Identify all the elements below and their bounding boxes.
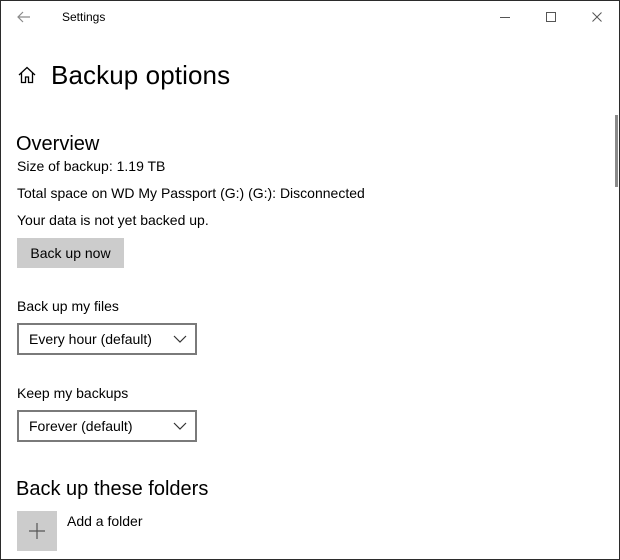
add-folder-button[interactable] bbox=[17, 511, 57, 551]
frequency-dropdown[interactable]: Every hour (default) bbox=[17, 323, 197, 355]
add-folder-label[interactable]: Add a folder bbox=[67, 513, 143, 529]
retention-label: Keep my backups bbox=[17, 385, 129, 401]
frequency-selected-value: Every hour (default) bbox=[29, 331, 152, 347]
minimize-button[interactable] bbox=[482, 1, 528, 33]
close-button[interactable] bbox=[574, 1, 619, 33]
back-button[interactable] bbox=[9, 5, 39, 29]
chevron-down-icon bbox=[173, 335, 187, 343]
page-title: Backup options bbox=[51, 59, 231, 90]
maximize-button[interactable] bbox=[528, 1, 574, 33]
close-icon bbox=[592, 12, 602, 22]
home-button[interactable] bbox=[17, 65, 37, 85]
scrollbar-thumb[interactable] bbox=[615, 115, 618, 187]
maximize-icon bbox=[546, 12, 556, 22]
retention-selected-value: Forever (default) bbox=[29, 418, 133, 434]
backup-size-text: Size of backup: 1.19 TB bbox=[17, 158, 166, 174]
back-arrow-icon bbox=[17, 11, 30, 23]
home-icon bbox=[18, 66, 36, 84]
chevron-down-icon bbox=[173, 422, 187, 430]
minimize-icon bbox=[500, 17, 510, 18]
settings-window: Settings Backup options Overview Size of… bbox=[0, 0, 620, 560]
page-header: Backup options bbox=[17, 57, 230, 93]
retention-dropdown[interactable]: Forever (default) bbox=[17, 410, 197, 442]
app-title: Settings bbox=[62, 10, 106, 24]
title-bar: Settings bbox=[1, 1, 619, 33]
backup-status-text: Your data is not yet backed up. bbox=[17, 212, 209, 228]
folders-heading: Back up these folders bbox=[16, 478, 209, 500]
frequency-label: Back up my files bbox=[17, 298, 119, 314]
back-up-now-button[interactable]: Back up now bbox=[17, 238, 124, 268]
total-space-text: Total space on WD My Passport (G:) (G:):… bbox=[17, 185, 365, 201]
overview-heading: Overview bbox=[16, 133, 100, 155]
plus-icon bbox=[29, 523, 45, 539]
